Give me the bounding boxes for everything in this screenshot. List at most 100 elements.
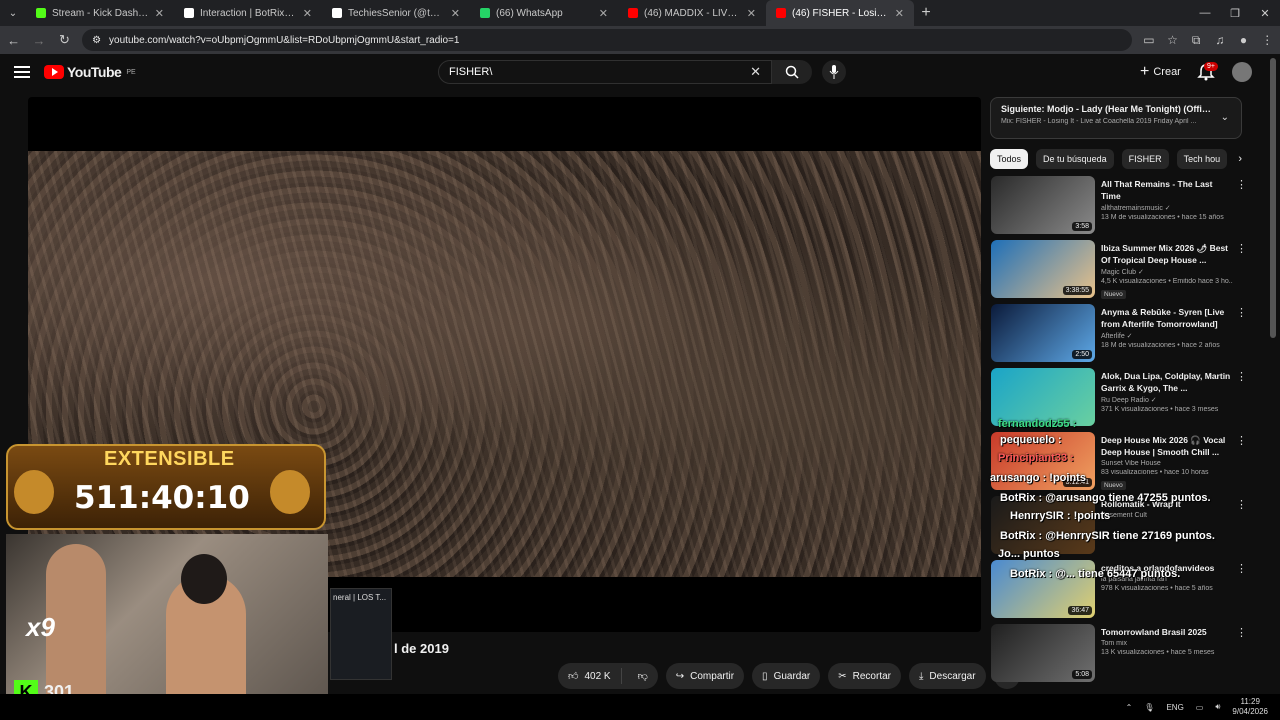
chip-tech-house[interactable]: Tech hou [1176, 149, 1228, 169]
tab-close-icon[interactable]: ✕ [155, 7, 164, 20]
up-next-box[interactable]: Siguiente: Modjo - Lady (Hear Me Tonight… [990, 97, 1242, 139]
clear-search-icon[interactable]: ✕ [750, 64, 761, 80]
recommended-title: Ibiza Summer Mix 2026 🌶 Best Of Tropical… [1101, 243, 1229, 265]
sidebar: Siguiente: Modjo - Lady (Hear Me Tonight… [990, 97, 1242, 169]
more-options-icon[interactable]: ⋮ [1236, 370, 1247, 383]
multiplier-label: x9 [26, 612, 55, 642]
more-options-icon[interactable]: ⋮ [1236, 626, 1247, 639]
voice-search-button[interactable] [822, 60, 846, 84]
recommended-channel: Afterlife ✓ [1101, 333, 1133, 340]
chip-fisher[interactable]: FISHER [1121, 149, 1169, 169]
forward-icon[interactable]: → [31, 33, 46, 48]
clock[interactable]: 11:29 9/04/2026 [1232, 697, 1268, 717]
more-options-icon[interactable]: ⋮ [1236, 306, 1247, 319]
video-thumbnail[interactable]: 3:38:55 [991, 240, 1095, 298]
notification-badge: 9+ [1204, 62, 1218, 71]
share-button[interactable]: ↪ Compartir [665, 663, 745, 689]
youtube-logo[interactable]: YouTube PE [44, 64, 136, 80]
url-field[interactable]: ⚙ youtube.com/watch?v=oUbpmjOgmmU&list=R… [82, 29, 1133, 51]
browser-tab[interactable]: Stream - Kick Dashboard ✕ [26, 0, 174, 26]
video-thumbnail[interactable]: 2:50 [991, 304, 1095, 362]
clock-date: 9/04/2026 [1232, 707, 1268, 716]
video-thumbnail[interactable]: 5:08 [991, 624, 1095, 682]
site-info-icon[interactable]: ⚙ [92, 35, 101, 46]
browser-menu-icon[interactable]: ⋮ [1260, 33, 1274, 47]
browser-tab[interactable]: (46) FISHER - Losing It - En ✕ [766, 0, 914, 26]
more-options-icon[interactable]: ⋮ [1236, 562, 1247, 575]
more-options-icon[interactable]: ⋮ [1236, 178, 1247, 191]
chat-message: HenrrySIR : !points [1010, 510, 1111, 522]
chevron-right-icon[interactable]: › [1238, 153, 1242, 165]
back-icon[interactable]: ← [6, 33, 21, 48]
language-indicator[interactable]: ENG [1166, 703, 1183, 712]
tab-title: (46) FISHER - Losing It - En [792, 7, 889, 19]
search-icon [785, 65, 799, 79]
subathon-timer-panel: EXTENSIBLE 511:40:10 [6, 444, 326, 530]
volume-icon[interactable]: 🔊︎ [1215, 702, 1220, 712]
subathon-timer: 511:40:10 [74, 480, 250, 516]
like-button[interactable]: 👍︎ 402 K [558, 668, 622, 684]
more-options-icon[interactable]: ⋮ [1236, 434, 1247, 447]
tab-favicon-icon [332, 8, 342, 18]
recommended-channel: Basement Cult [1101, 512, 1147, 519]
download-icon: ⤓ [919, 670, 924, 682]
share-label: Compartir [690, 670, 735, 682]
mini-window-title: neral | LOS T... [333, 593, 387, 602]
recommended-video[interactable]: 3:38:55 Ibiza Summer Mix 2026 🌶 Best Of T… [990, 238, 1250, 302]
create-button[interactable]: + Crear [1132, 61, 1189, 83]
reload-icon[interactable]: ↻ [57, 32, 72, 48]
download-button[interactable]: ⤓ Descargar [909, 663, 986, 689]
tab-close-icon[interactable]: ✕ [895, 7, 904, 20]
page-scrollbar[interactable] [1270, 58, 1276, 338]
cast-icon[interactable]: ▭ [1142, 33, 1156, 47]
account-avatar[interactable] [1232, 62, 1252, 82]
video-duration: 5:08 [1072, 670, 1092, 679]
video-thumbnail[interactable] [991, 496, 1095, 554]
media-controls-icon[interactable]: ♫ [1213, 33, 1227, 47]
profile-icon[interactable]: ● [1237, 33, 1251, 47]
bookmark-star-icon[interactable]: ☆ [1166, 33, 1180, 47]
new-tab-button[interactable]: + [914, 4, 938, 22]
save-button[interactable]: ▯ Guardar [752, 663, 821, 689]
tab-close-icon[interactable]: ✕ [747, 7, 756, 20]
recommended-video[interactable]: 2:50 Anyma & Rebūke - Syren [Live from Af… [990, 302, 1250, 366]
tab-search-icon[interactable]: ⌄ [0, 8, 26, 19]
new-badge: Nuevo [1101, 481, 1126, 490]
recommended-channel: allthatremainsmusic ✓ [1101, 205, 1171, 212]
chevron-down-icon[interactable]: ⌄ [1221, 112, 1229, 123]
chip-de-tu-busqueda[interactable]: De tu búsqueda [1036, 149, 1114, 169]
recommended-title: Anyma & Rebūke - Syren [Live from Afterl… [1101, 307, 1225, 329]
tab-close-icon[interactable]: ✕ [599, 7, 608, 20]
clip-button[interactable]: ✂ Recortar [828, 663, 901, 689]
minimize-icon[interactable]: — [1190, 7, 1220, 19]
browser-tab[interactable]: TechiesSenior (@techiessenior_ ✕ [322, 0, 470, 26]
browser-tab[interactable]: (46) MADDIX - LIVE @ ULTRA M ✕ [618, 0, 766, 26]
dislike-button[interactable]: 👎︎ [628, 670, 658, 682]
search-button[interactable] [772, 60, 812, 84]
recommended-video[interactable]: 3:58 All That Remains - The Last Time allt… [990, 174, 1250, 238]
more-options-icon[interactable]: ⋮ [1236, 498, 1247, 511]
chat-message: BotRix : @... tiene 65447 puntos. [1010, 568, 1181, 580]
search-input[interactable] [449, 66, 751, 78]
maximize-icon[interactable]: ❐ [1220, 7, 1250, 20]
chip-todos[interactable]: Todos [990, 149, 1029, 169]
network-icon[interactable]: ▭ [1196, 703, 1204, 712]
close-window-icon[interactable]: ✕ [1250, 7, 1280, 20]
recommended-video[interactable]: 5:08 Tomorrowland Brasil 2025 Tom mix 13 K … [990, 622, 1250, 686]
browser-tab[interactable]: Interaction | BotRix — Cloud St ✕ [174, 0, 322, 26]
chat-message: Jo... puntos [998, 548, 1060, 560]
mic-tray-icon[interactable]: 🎙︎ [1144, 703, 1154, 712]
tab-close-icon[interactable]: ✕ [451, 7, 460, 20]
tray-chevron-icon[interactable]: ⌃ [1126, 703, 1133, 712]
hamburger-menu-icon[interactable] [14, 66, 30, 78]
tab-close-icon[interactable]: ✕ [303, 7, 312, 20]
video-duration: 36:47 [1068, 606, 1092, 615]
video-thumbnail[interactable]: 3:58 [991, 176, 1095, 234]
recommended-meta: 13 K visualizaciones • hace 5 meses [1101, 649, 1215, 656]
browser-tab[interactable]: (66) WhatsApp ✕ [470, 0, 618, 26]
recommendations-list: 3:58 All That Remains - The Last Time allt… [990, 174, 1250, 686]
video-duration: 3:38:55 [1062, 286, 1092, 295]
recommended-meta: 13 M de visualizaciones • hace 15 años [1101, 214, 1224, 221]
extensions-icon[interactable]: ⧉ [1189, 33, 1203, 48]
more-options-icon[interactable]: ⋮ [1236, 242, 1247, 255]
